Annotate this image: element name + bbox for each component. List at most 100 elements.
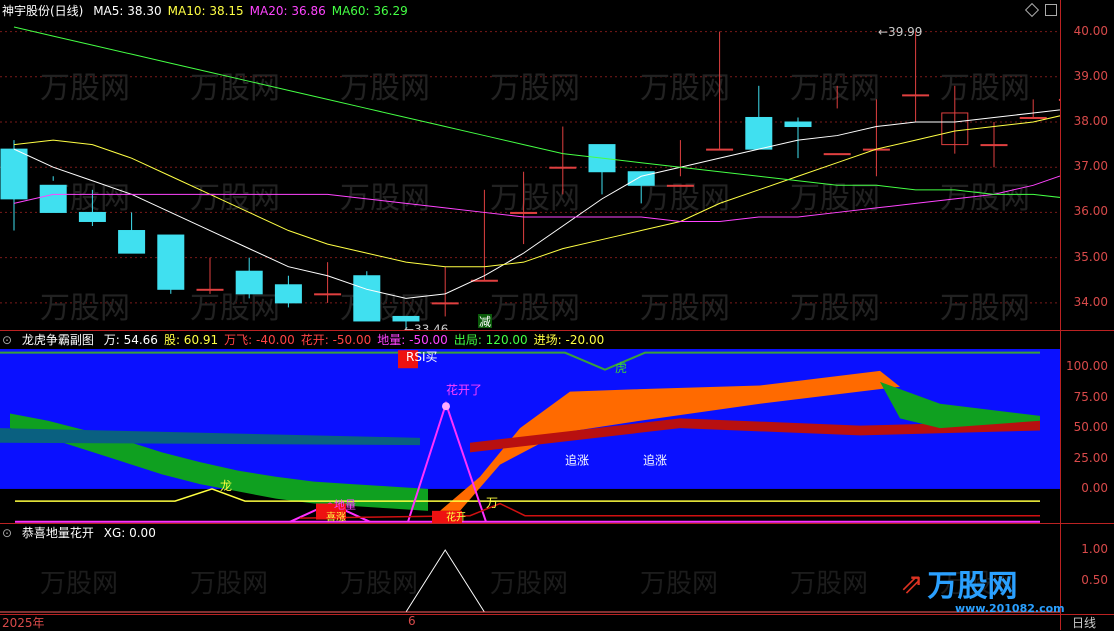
- close-box-icon[interactable]: [1045, 4, 1057, 16]
- watermark-text: 万股网: [940, 71, 1030, 106]
- candle-body[interactable]: [353, 275, 381, 322]
- watermark-text: 万股网: [640, 569, 718, 599]
- indicator-param-5: 出局: 120.00: [453, 333, 528, 347]
- xizhang-label: 喜涨: [326, 511, 346, 523]
- brand-name: 万股网: [927, 569, 1018, 604]
- price-tick: 39.00: [1073, 68, 1108, 83]
- watermark-text: 万股网: [790, 569, 868, 599]
- candle-body[interactable]: [745, 116, 773, 150]
- watermark-text: 万股网: [940, 181, 1030, 216]
- sub1-header: ⊙ 龙虎争霸副图 万: 54.66 股: 60.91 万飞: -40.00 花开: -…: [2, 331, 616, 349]
- indicator-tick: 50.00: [1073, 420, 1108, 435]
- stock-title[interactable]: 神宇股份(日线): [2, 4, 83, 18]
- low-price-label: ←33.46: [404, 322, 448, 330]
- watermark-text: 万股网: [340, 71, 430, 106]
- candle-body[interactable]: [784, 121, 812, 128]
- high-price-label: ←39.99: [878, 25, 922, 39]
- brand-logo: ⇗ 万股网: [900, 560, 1017, 606]
- ma-value-0: MA5: 38.30: [93, 4, 162, 18]
- watermark-text: 万股网: [40, 291, 130, 326]
- candle-body[interactable]: [392, 315, 420, 322]
- watermark-text: 万股网: [190, 71, 280, 106]
- indicator-param-6: 进场: -20.00: [533, 333, 605, 347]
- watermark-text: 万股网: [640, 291, 730, 326]
- signal-label: 减: [479, 315, 491, 329]
- brand-url: www.201082.com: [955, 602, 1065, 615]
- signal-tick: 0.50: [1081, 573, 1108, 587]
- ma-value-3: MA60: 36.29: [331, 4, 408, 18]
- candle-body[interactable]: [235, 270, 263, 295]
- candle-body[interactable]: [196, 288, 224, 291]
- indicator-tick: 75.00: [1073, 389, 1108, 404]
- diliang-label: 地量: [334, 498, 356, 511]
- watermark-text: 万股网: [190, 291, 280, 326]
- sub2-header: ⊙ 恭喜地量花开 XG: 0.00: [2, 524, 162, 542]
- candle-body[interactable]: [1019, 116, 1047, 119]
- watermark-text: 万股网: [640, 71, 730, 106]
- tiger-label: 虎: [615, 361, 627, 375]
- indicator-axis: 100.00 75.00 50.00 25.00 0.00: [1060, 349, 1114, 523]
- price-tick: 34.00: [1073, 294, 1108, 309]
- collapse-icon[interactable]: ⊙: [2, 333, 12, 347]
- entry-line: [15, 488, 1040, 502]
- candle-body[interactable]: [902, 94, 930, 97]
- huakai-box-label: 花开: [446, 511, 466, 523]
- flower-icon: [442, 402, 450, 411]
- footer-month: 6: [408, 614, 416, 628]
- signal-tick: 1.00: [1081, 542, 1108, 556]
- indicator-param-4: 地量: -50.00: [377, 333, 448, 347]
- watermark-text: 万股网: [490, 181, 580, 216]
- candle-body[interactable]: [510, 211, 538, 214]
- sub1-title[interactable]: 龙虎争霸副图: [22, 333, 94, 347]
- watermark-text: 万股网: [40, 569, 118, 599]
- watermark-text: 万股网: [190, 181, 280, 216]
- period-label[interactable]: 日线: [1072, 614, 1096, 631]
- indicator-param-0: 万: 54.66: [103, 333, 158, 347]
- candle-body[interactable]: [39, 184, 67, 213]
- watermark-text: 万股网: [790, 71, 880, 106]
- candle-body[interactable]: [823, 153, 851, 156]
- candle-body[interactable]: [274, 284, 302, 304]
- candle-body[interactable]: [314, 293, 342, 296]
- watermark-text: 万股网: [40, 71, 130, 106]
- indicator-tick: 25.00: [1073, 450, 1108, 465]
- footer-year: 2025年: [2, 616, 45, 630]
- settings-diamond-icon[interactable]: [1024, 2, 1040, 18]
- wan-label: 万: [486, 496, 498, 510]
- candle-body[interactable]: [0, 148, 28, 200]
- ma-value-2: MA20: 36.86: [249, 4, 326, 18]
- watermark-text: 万股网: [340, 569, 418, 599]
- dragon-label: 龙: [220, 479, 232, 493]
- price-tick: 37.00: [1073, 159, 1108, 174]
- price-chart[interactable]: 万股网 万股网 万股网 万股网 万股网 万股网 万股网万股网 万股网 万股网 万股网 万股网 万股网万…: [0, 18, 1060, 330]
- chase-label-2: 追涨: [643, 453, 667, 468]
- watermark-text: 万股网: [490, 569, 568, 599]
- indicator-param-2: 万飞: -40.00: [224, 333, 295, 347]
- candle-body[interactable]: [431, 302, 459, 305]
- ma-value-1: MA10: 38.15: [167, 4, 244, 18]
- price-tick: 38.00: [1073, 114, 1108, 128]
- rsi-buy-label: RSI买: [406, 350, 438, 364]
- candle-body[interactable]: [549, 166, 577, 169]
- candle-body[interactable]: [706, 148, 734, 151]
- candle-body[interactable]: [78, 211, 106, 222]
- watermark-text: 万股网: [790, 181, 880, 216]
- ma60-line: [13, 26, 1060, 198]
- price-tick: 36.00: [1073, 204, 1108, 219]
- sub2-title[interactable]: 恭喜地量花开: [22, 526, 94, 540]
- price-axis: 40.00 39.00 38.00 37.00 36.00 35.00 34.00: [1060, 18, 1114, 330]
- chase-label-1: 追涨: [565, 453, 589, 468]
- flower-label: 花开了: [446, 382, 482, 397]
- candle-body[interactable]: [980, 144, 1008, 147]
- indicator-chart[interactable]: RSI买虎花开了龙万 追涨 追涨地量喜涨 花开: [0, 349, 1060, 523]
- signal-axis: 1.00 0.50: [1060, 542, 1114, 614]
- candle-body[interactable]: [118, 230, 146, 254]
- indicator-tick: 0.00: [1081, 480, 1108, 495]
- watermark-text: 万股网: [940, 291, 1030, 326]
- collapse-icon[interactable]: ⊙: [2, 526, 12, 540]
- watermark-text: 万股网: [490, 291, 580, 326]
- indicator-tick: 100.00: [1066, 359, 1108, 374]
- candle-body[interactable]: [666, 184, 694, 187]
- candle-body[interactable]: [157, 234, 185, 290]
- indicator-param-3: 花开: -50.00: [300, 333, 372, 347]
